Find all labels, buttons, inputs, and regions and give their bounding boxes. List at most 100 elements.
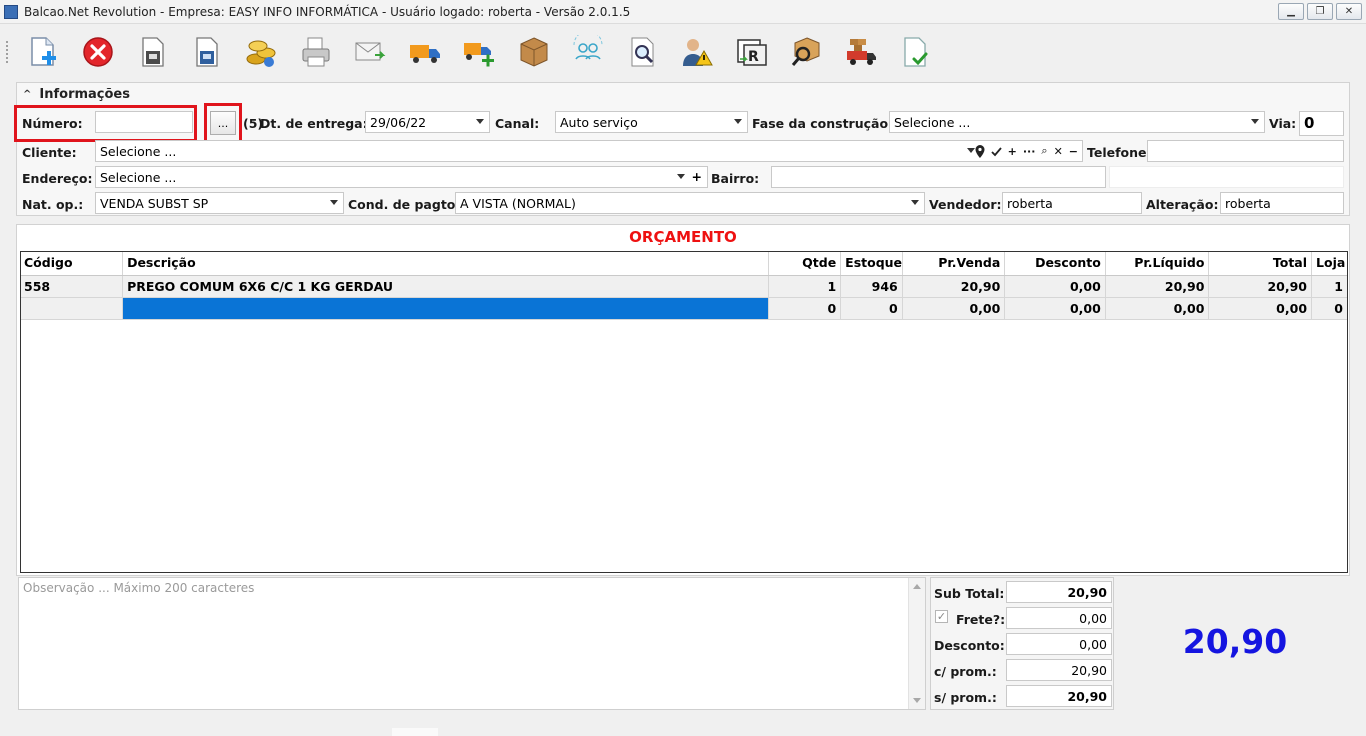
- cell-qtde[interactable]: 1: [768, 275, 842, 298]
- add-delivery-button[interactable]: [460, 33, 498, 71]
- new-button[interactable]: [24, 33, 62, 71]
- scroll-down-icon[interactable]: [913, 698, 921, 703]
- email-icon: [355, 42, 386, 61]
- chevron-down-icon: [476, 119, 484, 124]
- cell-pr-venda[interactable]: 20,90: [902, 275, 1006, 298]
- natop-select[interactable]: VENDA SUBST SP: [95, 192, 344, 214]
- add-client-icon[interactable]: +: [1008, 145, 1017, 158]
- cell-codigo[interactable]: 558: [20, 275, 124, 298]
- confirm-document-button[interactable]: [896, 33, 934, 71]
- cell-codigo[interactable]: [20, 297, 124, 320]
- fase-label: Fase da construção:: [752, 116, 894, 131]
- minimize-icon: ▁: [1287, 6, 1295, 17]
- col-total[interactable]: Total: [1208, 251, 1313, 276]
- col-pr-venda[interactable]: Pr.Venda: [902, 251, 1006, 276]
- cell-pr-venda[interactable]: 0,00: [902, 297, 1006, 320]
- cell-total[interactable]: 0,00: [1208, 297, 1313, 320]
- dt-entrega-field[interactable]: 29/06/22: [365, 111, 490, 133]
- col-codigo[interactable]: Código: [20, 251, 124, 276]
- cell-desconto[interactable]: 0,00: [1004, 297, 1106, 320]
- observacao-scrollbar[interactable]: [908, 578, 925, 709]
- com-promocao-label: c/ prom.:: [934, 664, 997, 679]
- delivery-button[interactable]: [406, 33, 444, 71]
- alteracao-input[interactable]: roberta: [1220, 192, 1344, 214]
- col-qtde[interactable]: Qtde: [768, 251, 842, 276]
- coins-icon: [246, 40, 276, 67]
- canal-select[interactable]: Auto serviço: [555, 111, 748, 133]
- cond-pagto-select[interactable]: A VISTA (NORMAL): [455, 192, 925, 214]
- items-table: Código Descrição Qtde Estoque Pr.Venda D…: [20, 251, 1348, 320]
- search-document-button[interactable]: [624, 33, 662, 71]
- collapse-caret-icon[interactable]: ^: [23, 89, 31, 100]
- more-icon[interactable]: ···: [1023, 145, 1036, 158]
- info-header[interactable]: ^ Informações: [23, 87, 130, 102]
- sync-users-button[interactable]: [569, 33, 607, 71]
- cell-descricao-editing[interactable]: [122, 297, 770, 320]
- col-pr-liquido[interactable]: Pr.Líquido: [1105, 251, 1210, 276]
- bairro-input[interactable]: [771, 166, 1106, 188]
- subtotal-value: 20,90: [1006, 581, 1112, 603]
- user-warning-button[interactable]: [678, 33, 716, 71]
- toolbar-grip[interactable]: [6, 41, 10, 63]
- scroll-up-icon[interactable]: [913, 584, 921, 589]
- report-icon: R: [736, 39, 767, 66]
- cell-pr-liquido[interactable]: 0,00: [1105, 297, 1210, 320]
- window-controls: ▁ ❐ ✕: [1278, 3, 1362, 20]
- via-input[interactable]: 0: [1299, 111, 1344, 136]
- cell-estoque[interactable]: 0: [840, 297, 903, 320]
- cell-descricao[interactable]: PREGO COMUM 6X6 C/C 1 KG GERDAU: [122, 275, 770, 298]
- table-row[interactable]: 558 PREGO COMUM 6X6 C/C 1 KG GERDAU 1 94…: [20, 275, 1348, 298]
- orcamento-title: ORÇAMENTO: [629, 228, 737, 246]
- col-desconto[interactable]: Desconto: [1004, 251, 1106, 276]
- grand-total: 20,90: [1182, 622, 1288, 661]
- cell-desconto[interactable]: 0,00: [1004, 275, 1106, 298]
- search-icon[interactable]: ⌕: [1041, 144, 1047, 158]
- package-button[interactable]: [515, 33, 553, 71]
- status-bar-fragment: [392, 728, 438, 736]
- endereco-select[interactable]: Selecione ... +: [95, 166, 708, 188]
- chevron-down-icon: [734, 119, 742, 124]
- package-search-button[interactable]: [787, 33, 825, 71]
- telefone-input[interactable]: [1147, 140, 1344, 162]
- coins-button[interactable]: [242, 33, 280, 71]
- cell-total[interactable]: 20,90: [1208, 275, 1313, 298]
- email-button[interactable]: [351, 33, 389, 71]
- add-address-icon[interactable]: +: [692, 169, 702, 184]
- cell-pr-liquido[interactable]: 20,90: [1105, 275, 1210, 298]
- remove-icon[interactable]: −: [1069, 145, 1078, 158]
- col-loja[interactable]: Loja: [1311, 251, 1348, 276]
- cliente-select[interactable]: Selecione ... + ··· ⌕ ✕ −: [95, 140, 1083, 162]
- info-panel: ^ Informações Número: ... (5) Dt. de ent…: [14, 82, 1350, 216]
- cell-qtde[interactable]: 0: [768, 297, 842, 320]
- close-button[interactable]: ✕: [1336, 3, 1362, 20]
- restore-button[interactable]: ❐: [1307, 3, 1333, 20]
- minimize-button[interactable]: ▁: [1278, 3, 1304, 20]
- check-icon[interactable]: [990, 146, 1002, 157]
- cargo-truck-button[interactable]: [842, 33, 880, 71]
- cell-loja[interactable]: 1: [1311, 275, 1348, 298]
- save-icon: [142, 37, 164, 67]
- location-pin-icon[interactable]: [975, 144, 985, 158]
- desconto-input[interactable]: 0,00: [1006, 633, 1112, 655]
- cell-estoque[interactable]: 946: [840, 275, 903, 298]
- save-button[interactable]: [133, 33, 171, 71]
- frete-input[interactable]: 0,00: [1006, 607, 1112, 629]
- observacao-textarea[interactable]: Observação ... Máximo 200 caracteres: [18, 577, 926, 710]
- col-estoque[interactable]: Estoque: [840, 251, 903, 276]
- fase-select[interactable]: Selecione ...: [889, 111, 1265, 133]
- clear-icon[interactable]: ✕: [1054, 145, 1063, 158]
- report-button[interactable]: R: [733, 33, 771, 71]
- observacao-placeholder: Observação ... Máximo 200 caracteres: [23, 581, 255, 595]
- print-button[interactable]: [297, 33, 335, 71]
- col-descricao[interactable]: Descrição: [122, 251, 770, 276]
- save-as-button[interactable]: [188, 33, 226, 71]
- vendedor-input[interactable]: roberta: [1002, 192, 1142, 214]
- search-document-icon: [631, 37, 653, 67]
- package-box-icon: [520, 37, 547, 67]
- extra-field[interactable]: [1109, 166, 1344, 188]
- cancel-button[interactable]: [79, 33, 117, 71]
- table-row[interactable]: 0 0 0,00 0,00 0,00 0,00 0: [20, 297, 1348, 320]
- cell-loja[interactable]: 0: [1311, 297, 1348, 320]
- frete-checkbox[interactable]: ✓: [935, 610, 948, 623]
- items-panel: ORÇAMENTO Código Descrição Qtde Estoque …: [16, 224, 1350, 576]
